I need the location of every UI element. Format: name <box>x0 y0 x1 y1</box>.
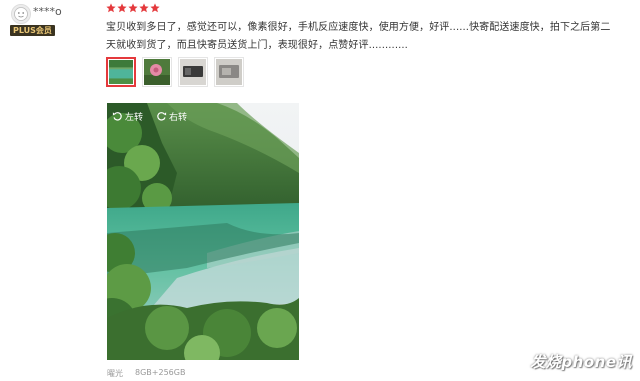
purchase-info: 曜光 8GB+256GB <box>107 368 185 379</box>
review-photo-large[interactable] <box>107 103 299 360</box>
lake-thumbnail-image <box>109 60 133 84</box>
rotate-left-button[interactable]: 左转 <box>112 109 143 123</box>
watermark: 发烧phone讯 <box>530 353 632 371</box>
username: ****o <box>33 5 62 18</box>
thumbnail-dark-device[interactable] <box>178 57 208 87</box>
star-icon <box>139 3 149 13</box>
flower-thumbnail-image <box>144 59 170 85</box>
star-icon <box>128 3 138 13</box>
thumbnail-lake[interactable] <box>106 57 136 87</box>
star-icon <box>106 3 116 13</box>
purchase-color: 曜光 <box>107 369 123 378</box>
star-rating <box>106 3 160 13</box>
rotate-left-label: 左转 <box>125 112 144 123</box>
avatar <box>11 4 31 24</box>
rotate-right-label: 右转 <box>169 112 188 123</box>
rotate-right-button[interactable]: 右转 <box>156 109 187 123</box>
plus-member-badge: PLUS会员 <box>10 25 55 36</box>
rotate-left-icon <box>112 111 122 121</box>
rotate-right-icon <box>157 111 167 121</box>
box-thumbnail-image <box>216 59 242 85</box>
thumbnail-pink-flower[interactable] <box>142 57 172 87</box>
device-thumbnail-image <box>180 59 206 85</box>
lake-photo-image <box>107 103 299 360</box>
review-text: 宝贝收到多日了，感觉还可以，像素很好，手机反应速度快，使用方便，好评......… <box>106 22 611 51</box>
star-icon <box>150 3 160 13</box>
purchase-spec: 8GB+256GB <box>135 368 186 377</box>
photo-thumbnails <box>106 57 244 87</box>
default-avatar-icon <box>12 5 30 23</box>
thumbnail-device-box[interactable] <box>214 57 244 87</box>
star-icon <box>117 3 127 13</box>
